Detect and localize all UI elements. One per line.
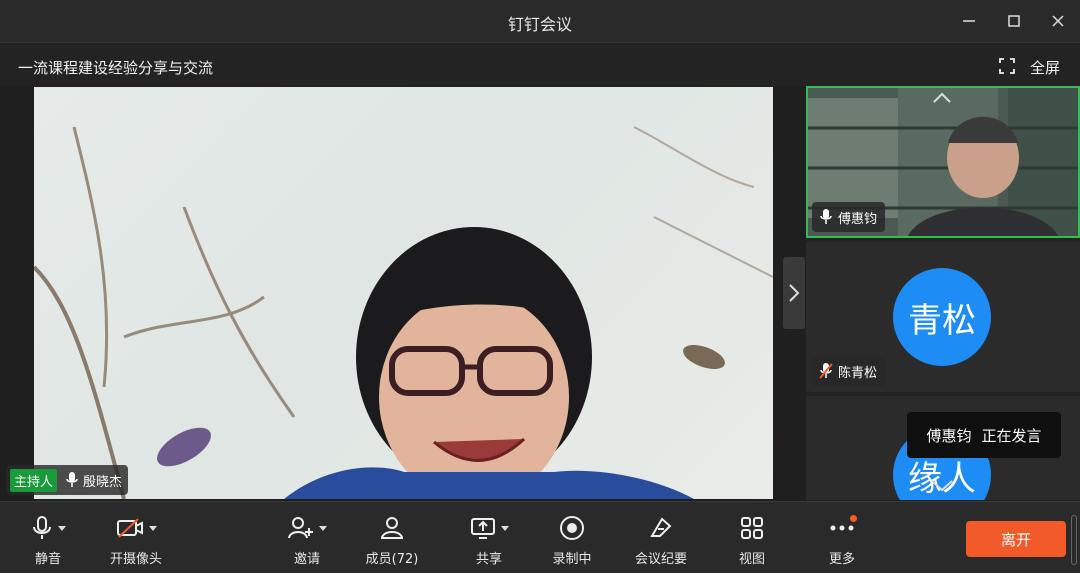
title-bar: 钉钉会议 bbox=[0, 0, 1080, 42]
view-button[interactable]: 视图 bbox=[732, 514, 772, 567]
share-label: 共享 bbox=[475, 552, 502, 567]
microphone-icon bbox=[820, 209, 832, 224]
notification-dot bbox=[850, 515, 857, 522]
meeting-bar: 一流课程建设经验分享与交流 全屏 bbox=[0, 42, 1080, 86]
more-label: 更多 bbox=[828, 552, 855, 567]
bottom-toolbar: 静音 开摄像头 邀请 成员(72) 共享 录制中 会议纪要 视图 更多 bbox=[0, 501, 1080, 573]
host-badge: 主持人 bbox=[10, 468, 58, 492]
close-icon[interactable] bbox=[1047, 10, 1069, 32]
speaking-name: 傅惠钧 bbox=[926, 426, 972, 445]
speaking-status: 正在发言 bbox=[981, 426, 1042, 445]
mute-label: 静音 bbox=[34, 552, 61, 567]
microphone-muted-icon bbox=[819, 363, 833, 379]
invite-label: 邀请 bbox=[293, 552, 320, 567]
camera-label: 开摄像头 bbox=[109, 552, 162, 567]
caret-down-icon[interactable] bbox=[148, 525, 157, 531]
add-user-icon bbox=[287, 517, 313, 539]
microphone-icon bbox=[32, 516, 51, 539]
record-label: 录制中 bbox=[552, 552, 592, 567]
host-label: 主持人 殷晓杰 bbox=[6, 465, 129, 495]
fullscreen-icon[interactable] bbox=[998, 57, 1016, 75]
camera-off-icon bbox=[116, 518, 143, 538]
minutes-button[interactable]: 会议纪要 bbox=[632, 514, 690, 567]
speaker-name: 殷晓杰 bbox=[83, 474, 123, 490]
chevron-right-icon bbox=[789, 284, 800, 302]
record-icon bbox=[560, 516, 584, 540]
maximize-icon[interactable] bbox=[1003, 10, 1025, 32]
caret-down-icon[interactable] bbox=[318, 525, 327, 531]
chevron-down-icon[interactable] bbox=[926, 476, 958, 496]
more-button[interactable]: 更多 bbox=[822, 514, 862, 567]
video-frame-image bbox=[34, 126, 773, 499]
camera-button[interactable]: 开摄像头 bbox=[106, 514, 166, 567]
next-page-button[interactable] bbox=[783, 257, 805, 329]
participant-name-tag: 陈青松 bbox=[812, 356, 886, 386]
caret-down-icon[interactable] bbox=[500, 525, 509, 531]
share-button[interactable]: 共享 bbox=[466, 514, 512, 567]
minutes-icon bbox=[650, 517, 672, 537]
minutes-label: 会议纪要 bbox=[634, 552, 687, 567]
invite-button[interactable]: 邀请 bbox=[284, 514, 330, 567]
screen-share-icon bbox=[470, 518, 495, 539]
main-video[interactable] bbox=[34, 87, 773, 499]
meeting-title: 一流课程建设经验分享与交流 bbox=[18, 59, 214, 77]
minimize-icon[interactable] bbox=[958, 10, 980, 32]
leave-button[interactable]: 离开 bbox=[966, 521, 1066, 557]
members-button[interactable]: 成员(72) bbox=[362, 514, 422, 567]
speaking-indicator: 傅惠钧 正在发言 bbox=[907, 412, 1061, 458]
chevron-up-icon[interactable] bbox=[932, 90, 952, 104]
mute-button[interactable]: 静音 bbox=[28, 514, 68, 567]
view-label: 视图 bbox=[738, 552, 765, 567]
members-icon bbox=[380, 517, 404, 539]
record-button[interactable]: 录制中 bbox=[550, 514, 594, 567]
participant-name-tag: 傅惠钧 bbox=[812, 202, 886, 232]
scrollbar[interactable] bbox=[1071, 515, 1077, 565]
caret-down-icon[interactable] bbox=[57, 525, 66, 531]
fullscreen-button[interactable]: 全屏 bbox=[1030, 57, 1060, 78]
microphone-icon bbox=[66, 472, 78, 487]
grid-view-icon bbox=[741, 517, 763, 539]
participant-name: 傅惠钧 bbox=[838, 211, 878, 227]
more-dots-icon bbox=[830, 525, 854, 531]
participant-name: 陈青松 bbox=[838, 365, 878, 381]
avatar: 青松 bbox=[893, 268, 991, 366]
window-title: 钉钉会议 bbox=[507, 15, 572, 34]
members-label: 成员(72) bbox=[365, 552, 419, 567]
